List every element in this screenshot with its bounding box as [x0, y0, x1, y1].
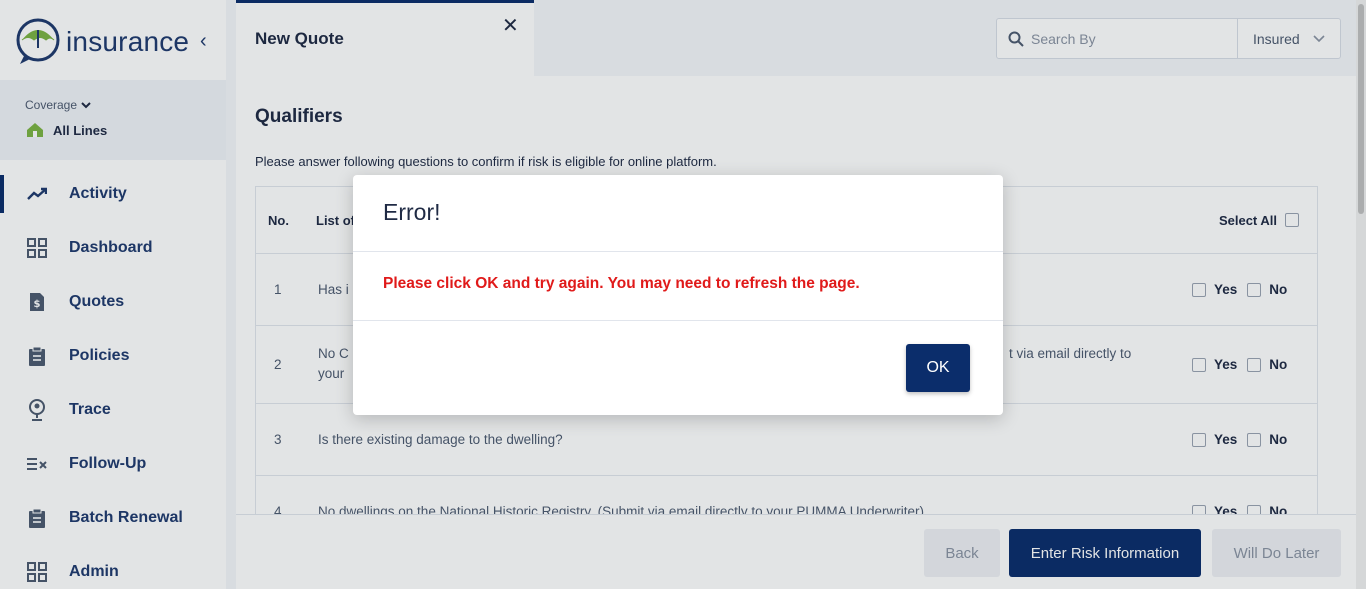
- error-dialog: Error! Please click OK and try again. Yo…: [353, 175, 1003, 415]
- dialog-message: Please click OK and try again. You may n…: [353, 252, 1003, 321]
- ok-button[interactable]: OK: [906, 344, 970, 392]
- dialog-title: Error!: [353, 175, 1003, 252]
